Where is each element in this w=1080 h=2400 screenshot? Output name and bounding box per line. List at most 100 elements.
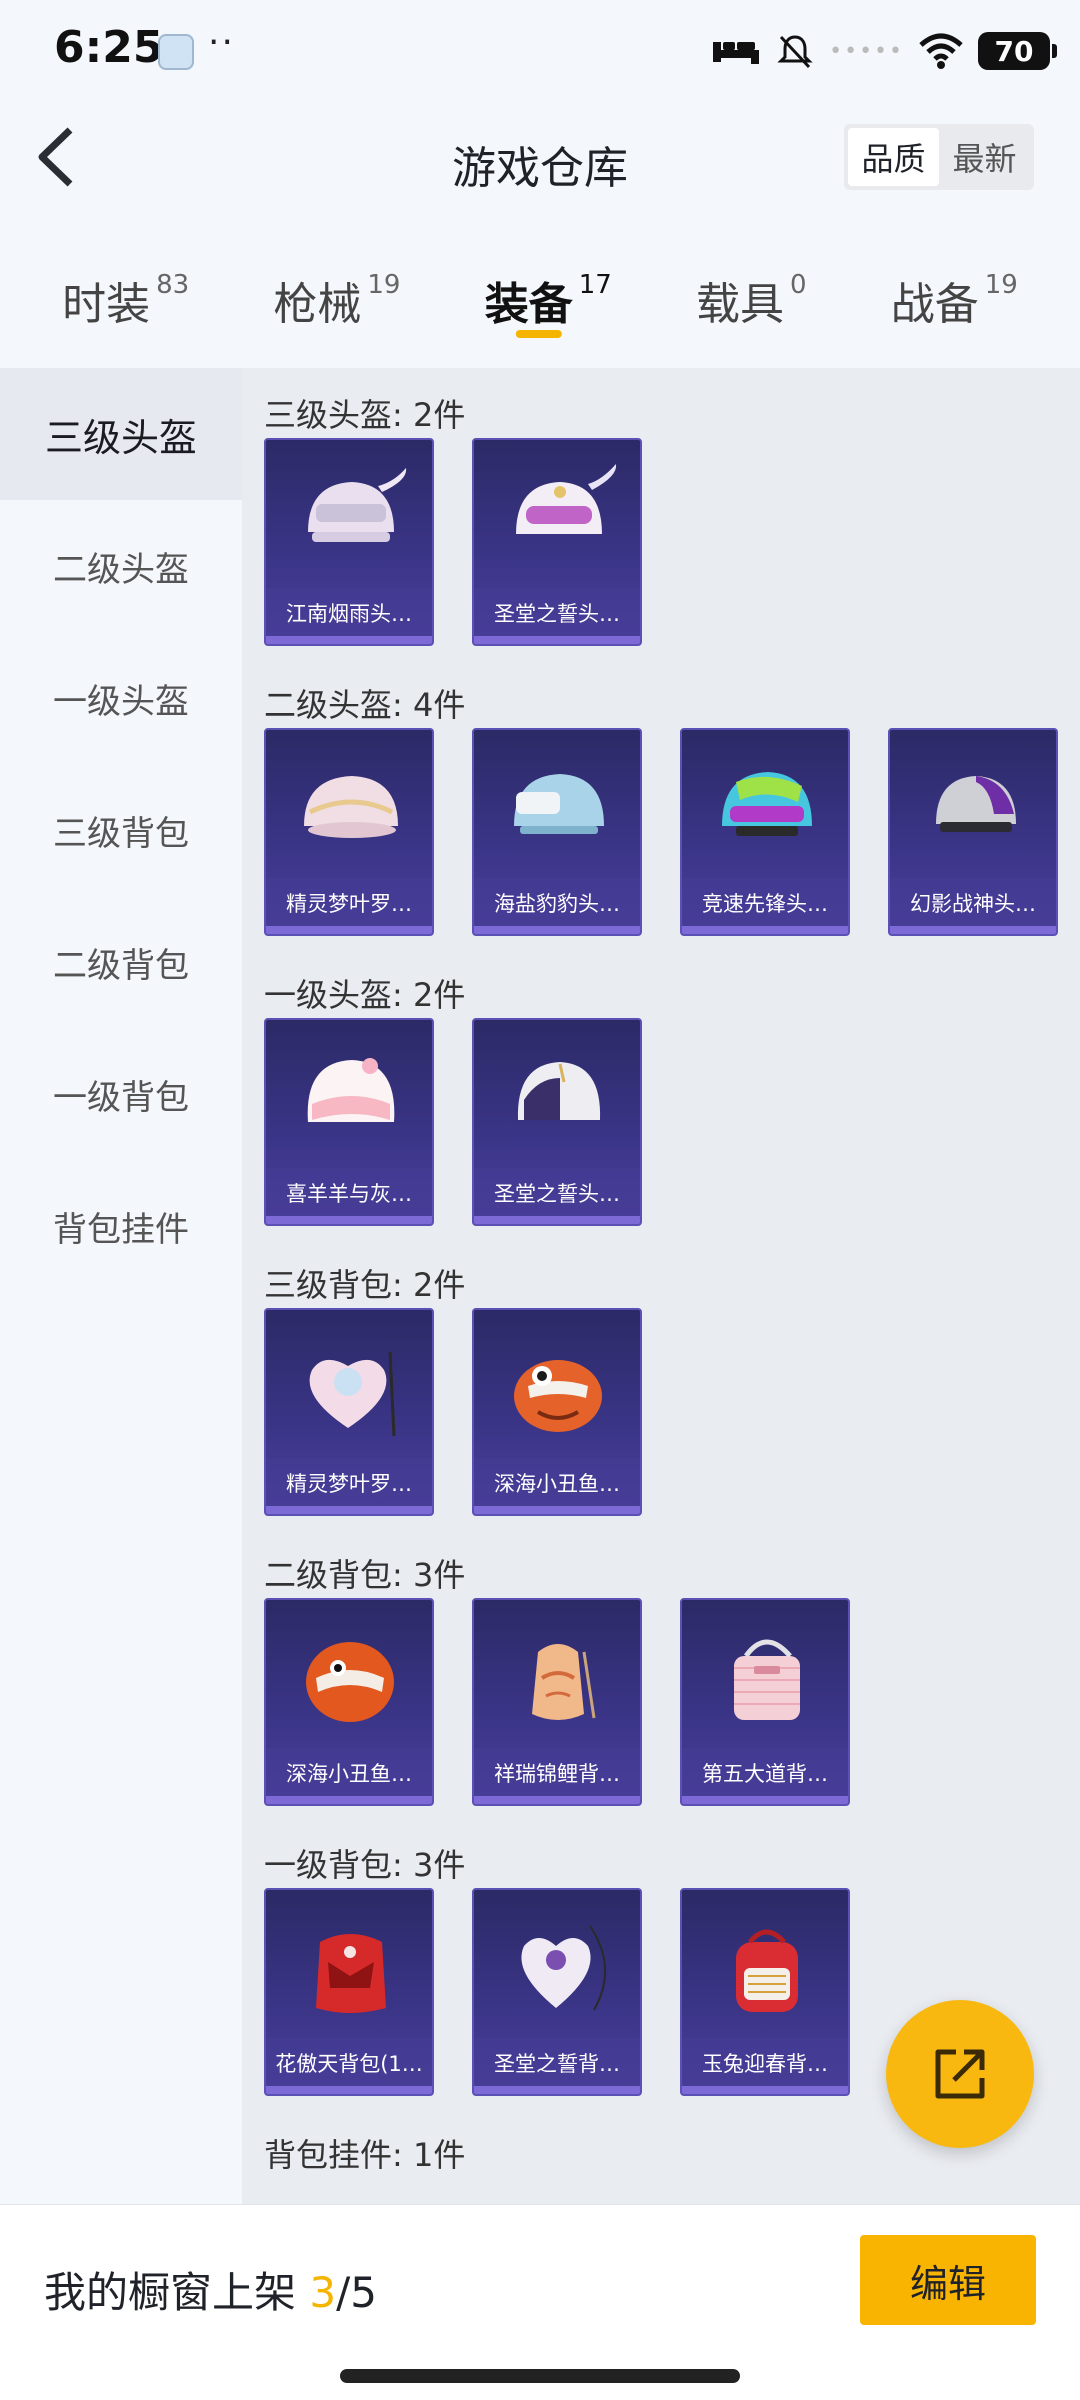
status-bar: 6:25 ·· ••••• 70 xyxy=(0,0,1080,100)
helmet-icon xyxy=(307,1058,395,1122)
item-card[interactable]: 江南烟雨头… xyxy=(264,438,434,646)
sidebar-item-level1-helmet[interactable]: 一级头盔 xyxy=(0,632,242,764)
item-group: 一级头盔: 2件 喜羊羊与灰… 圣堂之誓头… xyxy=(264,948,1080,1230)
group-title: 二级头盔: 4件 xyxy=(264,686,466,724)
tab-fashion[interactable]: 时装 83 xyxy=(62,262,189,368)
home-indicator[interactable] xyxy=(340,2369,740,2383)
helmet-icon xyxy=(517,1062,601,1120)
item-card[interactable]: 海盐豹豹头… xyxy=(472,728,642,936)
tab-count: 19 xyxy=(984,270,1018,300)
showcase-total-count: /5 xyxy=(336,2268,377,2317)
group-title: 一级背包: 3件 xyxy=(264,1846,466,1884)
item-card[interactable]: 圣堂之誓背… xyxy=(472,1888,642,2096)
backpack-icon xyxy=(532,1644,596,1720)
item-card[interactable]: 深海小丑鱼… xyxy=(264,1598,434,1806)
item-name: 花傲天背包(1… xyxy=(275,2052,423,2076)
item-card[interactable]: 圣堂之誓头… xyxy=(472,438,642,646)
item-group: 三级背包: 2件 精灵梦叶罗… 深海小丑鱼… xyxy=(264,1238,1080,1520)
item-card[interactable]: 圣堂之誓头… xyxy=(472,1018,642,1226)
status-time: 6:25 xyxy=(54,22,164,73)
signal-dots: ••••• xyxy=(829,38,904,64)
group-title: 三级头盔: 2件 xyxy=(264,396,466,434)
item-name: 圣堂之誓头… xyxy=(494,602,620,626)
sort-quality-button[interactable]: 品质 xyxy=(848,128,939,186)
tab-count: 83 xyxy=(156,270,190,300)
group-title: 三级背包: 2件 xyxy=(264,1266,466,1304)
item-name: 幻影战神头… xyxy=(910,892,1036,916)
item-card[interactable]: 喜羊羊与灰… xyxy=(264,1018,434,1226)
share-button[interactable] xyxy=(886,2000,1034,2148)
sort-latest-button[interactable]: 最新 xyxy=(939,128,1030,186)
sleep-mode-icon xyxy=(713,42,760,64)
sidebar-item-level2-helmet[interactable]: 二级头盔 xyxy=(0,500,242,632)
helmet-icon xyxy=(516,464,617,534)
sidebar-item-level3-helmet[interactable]: 三级头盔 xyxy=(0,368,242,500)
item-card[interactable]: 玉兔迎春背… xyxy=(680,1888,850,2096)
tab-equipment[interactable]: 装备 17 xyxy=(485,262,612,368)
sidebar-item-level3-backpack[interactable]: 三级背包 xyxy=(0,764,242,896)
item-group: 二级背包: 3件 深海小丑鱼… 祥瑞锦鲤背… 第五大道背… xyxy=(264,1528,1080,1810)
item-card[interactable]: 精灵梦叶罗… xyxy=(264,1308,434,1516)
tab-count: 17 xyxy=(578,270,612,300)
external-link-icon xyxy=(935,2049,985,2099)
status-more-dots: ·· xyxy=(208,22,235,63)
helmet-icon xyxy=(304,776,398,838)
header: 游戏仓库 品质 最新 xyxy=(0,100,1080,270)
item-card[interactable]: 幻影战神头… xyxy=(888,728,1058,936)
tab-count: 19 xyxy=(367,270,401,300)
item-name: 精灵梦叶罗… xyxy=(286,892,412,916)
backpack-icon xyxy=(309,1351,396,1437)
item-name: 喜羊羊与灰… xyxy=(286,1182,412,1206)
item-name: 玉兔迎春背… xyxy=(702,2052,828,2076)
backpack-icon xyxy=(306,1642,394,1722)
helmet-icon xyxy=(308,468,407,542)
item-card[interactable]: 精灵梦叶罗… xyxy=(264,728,434,936)
sort-toggle: 品质 最新 xyxy=(844,124,1034,190)
category-tabs: 时装 83 枪械 19 装备 17 载具 0 战备 19 xyxy=(0,262,1080,368)
item-group: 二级头盔: 4件 精灵梦叶罗… 海盐豹豹头… 竞速先锋头… 幻影战神头… xyxy=(264,658,1080,940)
item-card[interactable]: 深海小丑鱼… xyxy=(472,1308,642,1516)
status-icons: ••••• 70 xyxy=(711,26,1057,76)
sidebar-item-level2-backpack[interactable]: 二级背包 xyxy=(0,896,242,1028)
item-name: 深海小丑鱼… xyxy=(286,1762,412,1786)
edit-button[interactable]: 编辑 xyxy=(860,2235,1036,2325)
backpack-icon xyxy=(514,1360,602,1432)
item-name: 竞速先锋头… xyxy=(702,892,828,916)
bottom-bar: 我的橱窗上架 3/5 编辑 xyxy=(0,2204,1080,2400)
item-name: 精灵梦叶罗… xyxy=(286,1472,412,1496)
sidebar-item-level1-backpack[interactable]: 一级背包 xyxy=(0,1028,242,1160)
tab-label: 载具 xyxy=(695,279,784,330)
active-tab-indicator xyxy=(516,330,563,338)
item-name: 圣堂之誓背… xyxy=(494,2052,620,2076)
tab-guns[interactable]: 枪械 19 xyxy=(273,262,400,368)
group-title: 二级背包: 3件 xyxy=(264,1556,466,1594)
backpack-icon xyxy=(734,1639,800,1720)
item-name: 第五大道背… xyxy=(702,1762,828,1786)
wifi-icon xyxy=(919,33,963,69)
item-card[interactable]: 花傲天背包(1… xyxy=(264,1888,434,2096)
tab-vehicles[interactable]: 载具 0 xyxy=(696,262,807,368)
tab-battle-gear[interactable]: 战备 19 xyxy=(891,262,1018,368)
item-card[interactable]: 祥瑞锦鲤背… xyxy=(472,1598,642,1806)
notification-app-icon xyxy=(158,34,194,70)
backpack-icon xyxy=(736,1929,798,2012)
sidebar-item-backpack-charm[interactable]: 背包挂件 xyxy=(0,1160,242,1292)
tab-label: 时装 xyxy=(62,279,151,330)
group-title: 一级头盔: 2件 xyxy=(264,976,466,1014)
helmet-icon xyxy=(722,772,812,836)
tab-label: 装备 xyxy=(484,279,573,330)
item-name: 圣堂之誓头… xyxy=(494,1182,620,1206)
item-name: 海盐豹豹头… xyxy=(494,892,620,916)
backpack-icon xyxy=(521,1925,606,2011)
battery-indicator: 70 xyxy=(978,32,1057,70)
tab-count: 0 xyxy=(789,270,807,300)
helmet-icon xyxy=(936,776,1016,832)
item-card[interactable]: 第五大道背… xyxy=(680,1598,850,1806)
item-card[interactable]: 竞速先锋头… xyxy=(680,728,850,936)
showcase-label: 我的橱窗上架 xyxy=(44,2268,310,2317)
backpack-icon xyxy=(316,1934,386,2013)
item-list[interactable]: 三级头盔: 2件 江南烟雨头… 圣堂之誓头… 二级头盔: 4件 精灵梦叶罗… 海… xyxy=(242,368,1080,2204)
sidebar: 三级头盔 二级头盔 一级头盔 三级背包 二级背包 一级背包 背包挂件 xyxy=(0,368,242,2204)
tab-label: 枪械 xyxy=(273,279,362,330)
tab-label: 战备 xyxy=(890,279,979,330)
